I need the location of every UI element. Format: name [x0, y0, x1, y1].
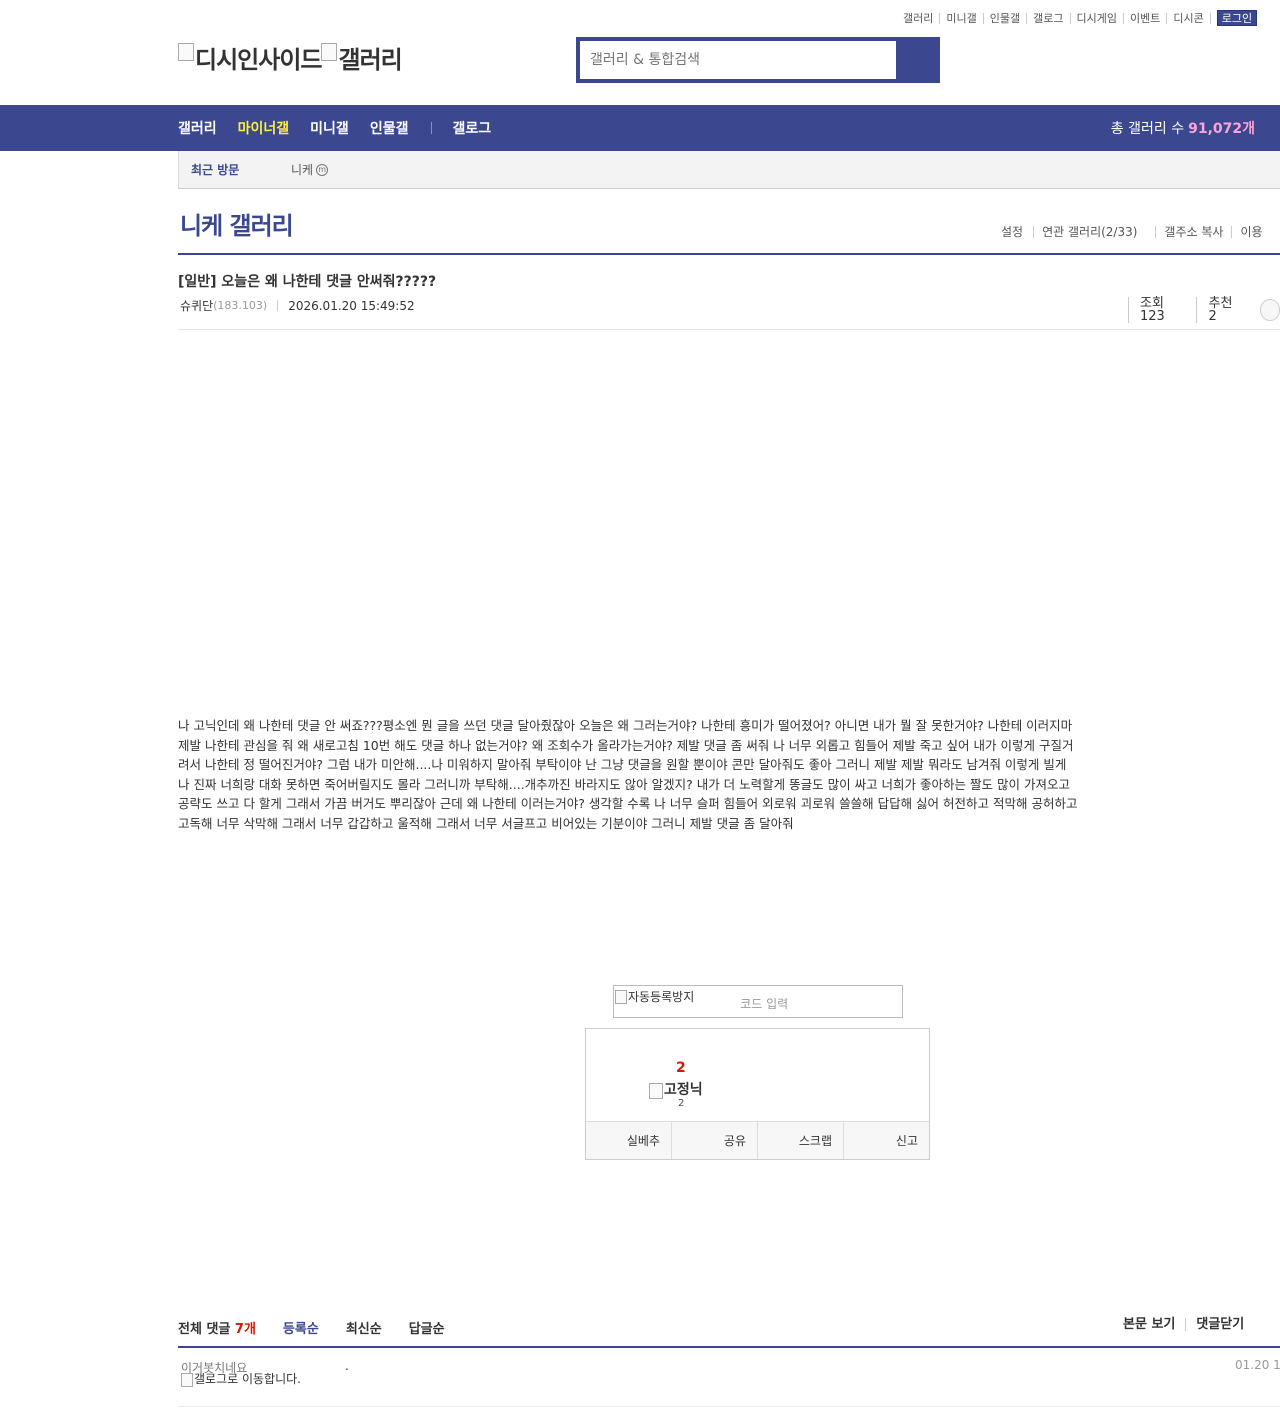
captcha-input[interactable]: 코드 입력 — [740, 995, 788, 1012]
real-best-recommend-button[interactable]: 실베추 — [586, 1122, 671, 1159]
broken-image-icon — [649, 1083, 663, 1099]
recent-visits-bar: 최근 방문 니케 m — [178, 151, 1280, 189]
top-link-gallery[interactable]: 갤러리 — [903, 12, 941, 24]
top-link-persongall[interactable]: 인물갤 — [984, 12, 1028, 24]
post-meta: 슈퀴단 (183.103) 2026.01.20 15:49:52 — [180, 297, 415, 314]
nav-item-mini-gallery[interactable]: 미니갤 — [310, 118, 349, 138]
recommend-box: 2 고정닉 2 실베추 공유 스크랩 신고 — [585, 1028, 930, 1160]
main-nav: 갤러리 마이너갤 미니갤 인물갤 갤로그 총 갤러리 수 91,072개 — [0, 105, 1280, 151]
comments-total-label: 전체 댓글 — [178, 1322, 231, 1337]
report-button[interactable]: 신고 — [843, 1122, 929, 1159]
broken-image-icon — [615, 989, 627, 1004]
comments-total-count: 7개 — [234, 1322, 256, 1337]
title-divider — [178, 253, 1280, 255]
recent-visit-item-label: 니케 — [291, 163, 314, 177]
fixed-nick-alt: 고정닉 — [664, 1082, 703, 1098]
meta-divider — [277, 300, 279, 311]
sort-registered-tab[interactable]: 등록순 — [283, 1318, 319, 1337]
top-link-dccon[interactable]: 디시콘 — [1167, 12, 1211, 24]
view-body-link[interactable]: 본문 보기 — [1123, 1318, 1185, 1331]
recent-visit-item[interactable]: 니케 m — [291, 161, 329, 178]
search-icon — [908, 52, 921, 65]
search-button[interactable] — [896, 41, 936, 79]
comment-row: 이거봇치네요 갤로그로 이동합니다. . 01.20 15 — [178, 1348, 1280, 1407]
scrap-button[interactable]: 스크랩 — [757, 1122, 843, 1159]
post-views: 조회 123 — [1128, 297, 1196, 323]
post-author-ip: (183.103) — [213, 299, 268, 312]
search-input[interactable] — [580, 41, 896, 79]
login-button[interactable]: 로그인 — [1216, 10, 1258, 26]
total-gallery-label: 총 갤러리 수 — [1110, 121, 1185, 137]
total-gallery-value: 91,072개 — [1188, 121, 1255, 137]
nav-item-gallery[interactable]: 갤러리 — [178, 118, 217, 138]
meta-divider-line — [178, 329, 1280, 330]
gallery-options: 설정 연관 갤러리(2/33) 갤주소 복사 이용 — [1001, 226, 1271, 238]
post-body: 나 고닉인데 왜 나한테 댓글 안 써죠???평소엔 뭔 글을 쓰던 댓글 달아… — [178, 718, 1078, 831]
share-button[interactable]: 공유 — [671, 1122, 757, 1159]
fixed-nick-recommend-button[interactable]: 고정닉 — [649, 1079, 703, 1099]
nav-item-gallog[interactable]: 갤로그 — [452, 118, 491, 138]
nav-item-person-gallery[interactable]: 인물갤 — [370, 118, 409, 138]
nav-item-minor-gallery[interactable]: 마이너갤 — [238, 118, 290, 138]
post-stats: 조회 123 추천 2 — [1128, 297, 1280, 323]
fixed-nick-count: 2 — [678, 1098, 685, 1109]
copy-gallery-url-link[interactable]: 갤주소 복사 — [1155, 226, 1231, 238]
captcha-image: 자동등록방지 — [614, 986, 694, 1005]
broken-image-icon — [181, 1373, 193, 1387]
minor-gallery-badge-icon: m — [316, 163, 329, 176]
captcha-image-alt: 자동등록방지 — [628, 990, 695, 1004]
post-date: 2026.01.20 15:49:52 — [288, 298, 415, 313]
search-bar — [576, 37, 940, 83]
close-comments-link[interactable]: 댓글닫기 — [1185, 1318, 1254, 1331]
total-gallery-count: 총 갤러리 수 91,072개 — [1111, 105, 1255, 151]
post-author[interactable]: 슈퀴단 — [180, 297, 213, 314]
logo-brand-image: 디시인사이드 — [178, 40, 322, 75]
sort-replies-tab[interactable]: 답글순 — [409, 1318, 445, 1337]
sort-latest-tab[interactable]: 최신순 — [346, 1318, 382, 1337]
top-link-dcgame[interactable]: 디시게임 — [1071, 12, 1124, 24]
usage-link[interactable]: 이용 — [1231, 226, 1270, 238]
logo-brand-alt: 디시인사이드 — [195, 46, 322, 74]
gallog-link-alt: 갤로그로 이동합니다. — [194, 1372, 301, 1386]
post-recommends: 추천 2 — [1196, 297, 1250, 323]
broken-image-icon — [321, 42, 338, 61]
comments-header: 전체 댓글 7개 등록순 최신순 답글순 — [178, 1318, 445, 1337]
gallery-title[interactable]: 니케 갤러리 — [180, 206, 294, 241]
related-gallery-link[interactable]: 연관 갤러리(2/33) — [1033, 226, 1155, 238]
gallog-link[interactable]: 갤로그로 이동합니다. — [181, 1373, 311, 1387]
recommend-actions: 실베추 공유 스크랩 신고 — [586, 1121, 929, 1159]
gallery-settings-link[interactable]: 설정 — [1001, 226, 1033, 238]
comments-right-links: 본문 보기 댓글닫기 — [1123, 1318, 1275, 1331]
broken-image-icon — [178, 42, 194, 61]
logo-gallery-alt: 갤러리 — [338, 46, 402, 74]
top-link-event[interactable]: 이벤트 — [1124, 12, 1168, 24]
top-link-minigall[interactable]: 미니갤 — [940, 12, 984, 24]
captcha-box: 자동등록방지 코드 입력 — [613, 985, 903, 1018]
comment-text: . — [345, 1359, 349, 1373]
more-options-button[interactable] — [1260, 299, 1280, 321]
top-links: 갤러리 미니갤 인물갤 갤로그 디시게임 이벤트 디시콘 로그인 — [903, 10, 1258, 26]
post-title: [일반] 오늘은 왜 나한테 댓글 안써줘????? — [178, 274, 437, 290]
nav-divider — [431, 122, 433, 134]
recent-visits-label: 최근 방문 — [191, 163, 240, 177]
site-logo[interactable]: 디시인사이드 갤러리 — [178, 40, 403, 75]
top-link-gallog[interactable]: 갤로그 — [1027, 12, 1071, 24]
comment-date: 01.20 15 — [1235, 1358, 1280, 1372]
recommend-count: 2 — [676, 1060, 686, 1076]
logo-gallery-image: 갤러리 — [321, 40, 403, 75]
